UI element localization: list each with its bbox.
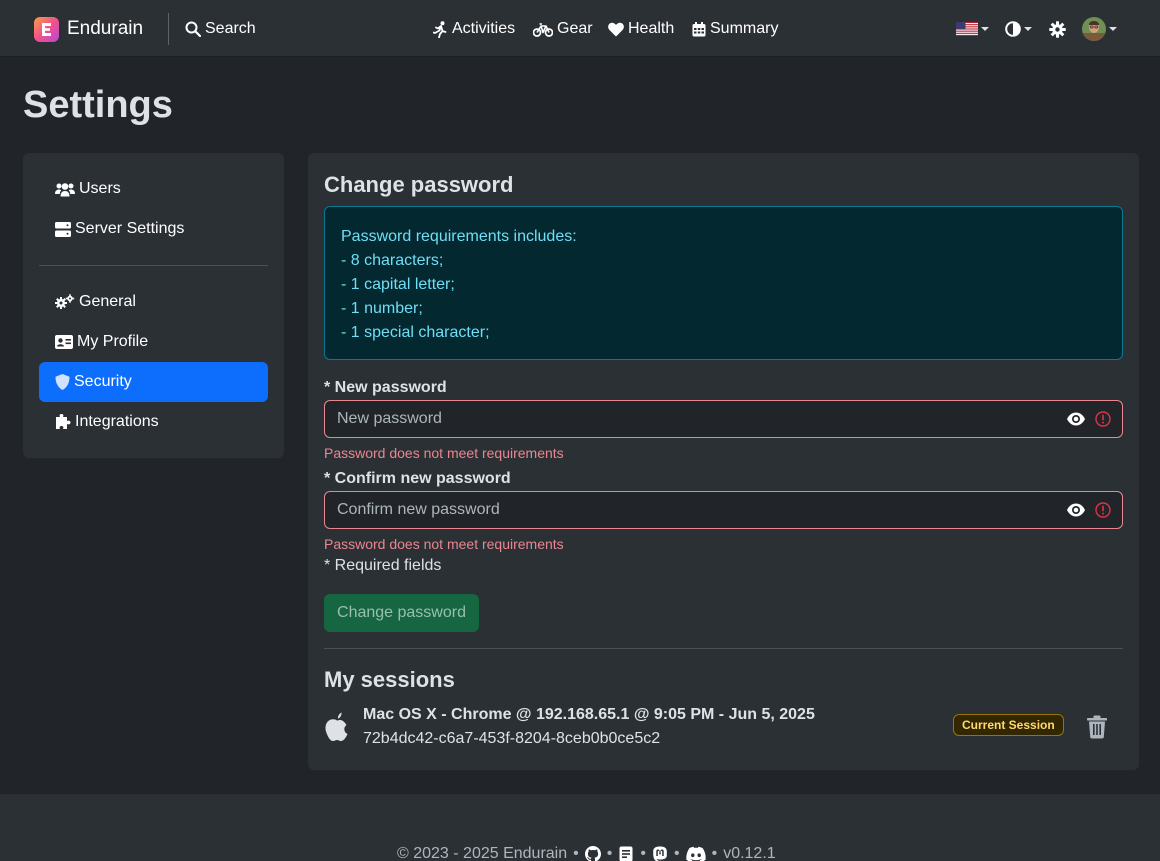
footer-line: © 2023 - 2025 Endurain • • • • • v0.12.1 — [397, 845, 776, 861]
sidebar-item-users[interactable]: Users — [39, 169, 268, 209]
footer-separator: • — [673, 845, 680, 861]
error-icon — [1095, 502, 1111, 518]
required-fields-note: * Required fields — [324, 557, 442, 574]
current-session-badge: Current Session — [953, 714, 1064, 736]
footer-separator: • — [606, 845, 613, 861]
security-card: Change password Password requirements in… — [308, 153, 1139, 770]
requirement-item: - 8 characters; — [341, 252, 444, 269]
page-title: Settings — [23, 84, 173, 126]
heart-icon — [608, 22, 624, 36]
new-password-error: Password does not meet requirements — [324, 445, 564, 461]
user-dropdown[interactable] — [1082, 16, 1117, 42]
chevron-down-icon — [1109, 27, 1117, 31]
sidebar-item-label: Integrations — [75, 413, 159, 430]
footer-separator: • — [573, 845, 579, 861]
footer-separator: • — [640, 845, 646, 861]
trash-icon[interactable] — [1086, 715, 1108, 739]
session-id: 72b4dc42-c6a7-453f-8204-8ceb0b0ce5c2 — [363, 730, 661, 747]
nav-activities-label: Activities — [452, 20, 516, 37]
server-icon — [55, 221, 71, 237]
mastodon-icon[interactable] — [652, 846, 668, 861]
session-item: Mac OS X - Chrome @ 192.168.65.1 @ 9:05 … — [324, 704, 1123, 754]
sidebar-item-integrations[interactable]: Integrations — [39, 402, 268, 442]
search-link[interactable]: Search — [185, 18, 256, 40]
footer-separator: • — [711, 845, 718, 861]
endurain-logo-icon — [34, 16, 59, 42]
calendar-icon — [692, 21, 706, 36]
eye-icon[interactable] — [1066, 501, 1086, 519]
apple-icon — [325, 712, 348, 742]
section-divider — [324, 648, 1123, 649]
bicycle-icon — [533, 22, 553, 37]
nav-gear-label: Gear — [557, 20, 593, 37]
error-icon — [1095, 411, 1111, 427]
user-avatar — [1082, 17, 1106, 41]
search-icon — [185, 21, 201, 37]
sidebar-item-label: General — [79, 293, 136, 310]
settings-sidebar: Users Server Settings General My Profile… — [23, 153, 284, 458]
new-password-group — [324, 400, 1123, 438]
confirm-password-group — [324, 491, 1123, 529]
nav-summary-label: Summary — [710, 20, 779, 37]
nav-activities[interactable]: Activities — [433, 18, 515, 40]
new-password-label: * New password — [324, 379, 447, 396]
new-password-input[interactable] — [325, 401, 1045, 437]
sidebar-item-label: Users — [79, 180, 121, 197]
footer-version: v0.12.1 — [723, 845, 776, 861]
id-card-icon — [55, 335, 73, 349]
confirm-password-label: * Confirm new password — [324, 470, 511, 487]
sidebar-item-security[interactable]: Security — [39, 362, 268, 402]
sidebar-item-label: Server Settings — [75, 220, 185, 237]
search-label: Search — [205, 20, 256, 37]
sidebar-item-general[interactable]: General — [39, 282, 268, 322]
theme-dropdown[interactable] — [1005, 18, 1032, 40]
us-flag-icon — [956, 22, 978, 36]
change-password-button[interactable]: Change password — [324, 594, 479, 632]
chevron-down-icon — [1024, 27, 1032, 31]
password-requirements-alert: Password requirements includes: - 8 char… — [324, 206, 1123, 360]
nav-health-label: Health — [628, 20, 675, 37]
nav-summary[interactable]: Summary — [692, 18, 778, 40]
change-password-title: Change password — [324, 172, 514, 197]
confirm-password-error: Password does not meet requirements — [324, 536, 564, 552]
requirement-item: - 1 special character; — [341, 324, 490, 341]
requirements-heading: Password requirements includes: — [341, 228, 577, 245]
discord-icon[interactable] — [685, 846, 706, 861]
gear-icon — [1049, 20, 1066, 38]
sidebar-item-server-settings[interactable]: Server Settings — [39, 209, 268, 249]
sidebar-item-label: Security — [74, 373, 132, 390]
chevron-down-icon — [981, 27, 989, 31]
nav-gear[interactable]: Gear — [533, 18, 593, 40]
running-icon — [433, 20, 447, 38]
github-icon[interactable] — [584, 846, 601, 861]
sidebar-divider — [39, 265, 268, 266]
my-sessions-title: My sessions — [324, 667, 455, 692]
requirement-item: - 1 number; — [341, 300, 423, 317]
contrast-icon — [1005, 21, 1021, 37]
gears-icon — [55, 294, 75, 309]
brand-link[interactable]: Endurain — [34, 16, 143, 42]
sidebar-item-my-profile[interactable]: My Profile — [39, 322, 268, 362]
sidebar-item-label: My Profile — [77, 333, 149, 350]
confirm-password-input[interactable] — [325, 492, 1045, 528]
puzzle-icon — [56, 414, 71, 429]
brand-name: Endurain — [67, 18, 144, 39]
navbar: Endurain Search Activities Gear Health S… — [0, 0, 1160, 57]
language-dropdown[interactable] — [956, 18, 989, 40]
session-title: Mac OS X - Chrome @ 192.168.65.1 @ 9:05 … — [363, 706, 815, 723]
shield-icon — [55, 374, 70, 390]
requirement-item: - 1 capital letter; — [341, 276, 455, 293]
settings-link[interactable] — [1049, 18, 1066, 40]
footer: © 2023 - 2025 Endurain • • • • • v0.12.1 — [0, 794, 1160, 861]
navbar-divider — [168, 13, 169, 45]
eye-icon[interactable] — [1066, 410, 1086, 428]
nav-health[interactable]: Health — [608, 18, 674, 40]
footer-copyright: © 2023 - 2025 Endurain — [397, 845, 568, 861]
users-icon — [55, 182, 75, 196]
document-icon[interactable] — [618, 846, 634, 861]
